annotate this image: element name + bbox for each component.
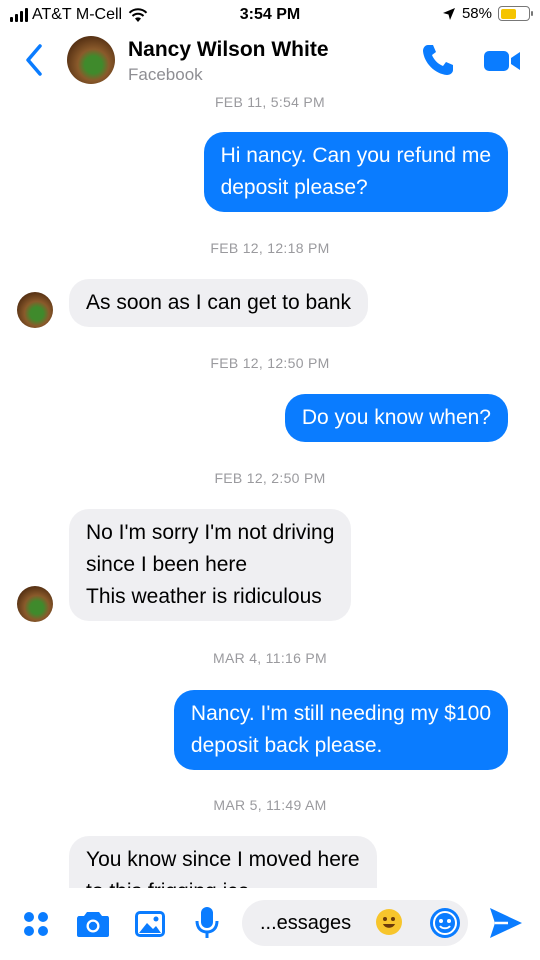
photo-icon[interactable] [134,910,166,938]
incoming-message[interactable]: As soon as I can get to bank [69,279,369,327]
emoji-icon[interactable] [376,909,402,935]
sender-avatar[interactable] [17,586,53,622]
outgoing-message[interactable]: Do you know when? [284,394,508,442]
phone-icon[interactable] [420,42,456,78]
contact-avatar[interactable] [67,36,115,84]
timestamp: FEB 12, 12:50 PM [210,355,330,371]
apps-icon[interactable] [22,910,50,938]
message-input[interactable]: ...essages [242,900,468,946]
incoming-message[interactable]: No I'm sorry I'm not driving since I bee… [69,509,352,621]
status-right: 58% [442,5,533,22]
camera-icon[interactable] [76,910,110,938]
timestamp: MAR 4, 11:16 PM [213,650,327,666]
message-line: Hi nancy. Can you refund me [220,144,491,167]
video-icon[interactable] [482,46,522,76]
message-line: Do you know when? [301,406,491,429]
message-line: since I been here [86,553,248,576]
contact-name[interactable]: Nancy Wilson White [128,38,329,62]
sticker-face [433,911,457,935]
timestamp: FEB 11, 5:54 PM [214,94,326,110]
battery-percent: 58% [461,5,492,22]
sender-avatar[interactable] [17,292,53,328]
timestamp: FEB 12, 2:50 PM [214,470,326,486]
timestamp: MAR 5, 11:49 AM [213,797,327,813]
sticker-icon[interactable] [430,908,460,938]
message-input-text: ...essages [260,912,352,934]
back-icon[interactable] [20,42,48,78]
battery-fill [500,8,517,19]
message-line: This weather is ridiculous [86,585,322,608]
microphone-icon[interactable] [195,906,219,940]
status-bar: AT&T M-Cell 3:54 PM 58% [0,0,540,30]
location-icon [442,7,455,20]
timestamp: FEB 12, 12:18 PM [210,240,330,256]
outgoing-message[interactable]: Nancy. I'm still needing my $100 deposit… [173,690,508,770]
emoji-face [383,917,395,928]
message-line: You know since I moved here [86,848,360,871]
contact-source: Facebook [128,65,203,84]
message-line: As soon as I can get to bank [86,291,352,314]
message-line: deposit please? [220,176,368,199]
conversation-header: Nancy Wilson White Facebook [0,30,540,92]
battery-icon [498,6,533,21]
message-line: deposit back please. [190,734,383,757]
message-line: No I'm sorry I'm not driving [86,521,335,544]
composer-bar: ...essages [0,888,540,960]
send-icon[interactable] [488,906,524,940]
message-line: Nancy. I'm still needing my $100 [190,702,491,725]
outgoing-message[interactable]: Hi nancy. Can you refund me deposit plea… [203,132,508,212]
